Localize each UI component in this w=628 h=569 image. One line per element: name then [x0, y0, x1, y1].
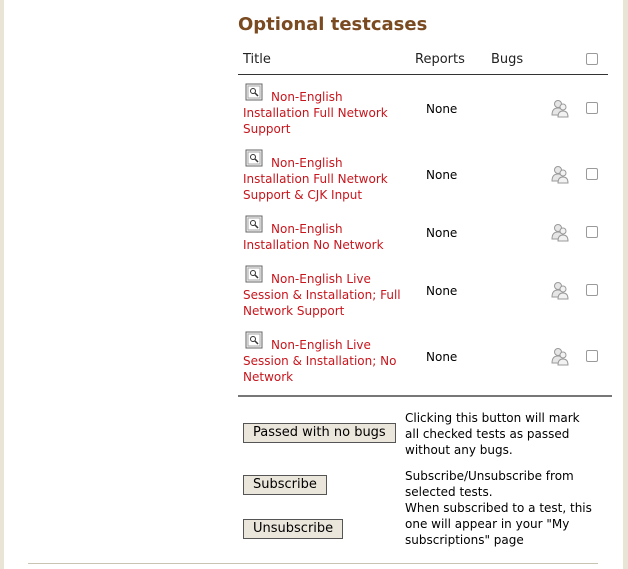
subscribe-description-line1: Subscribe/Unsubscribe from selected test…: [405, 469, 574, 499]
testcase-link[interactable]: Non-English Live Session & Installation;…: [243, 271, 403, 319]
header-divider: [238, 74, 608, 75]
testcase-link[interactable]: Non-English Installation Full Network Su…: [243, 89, 403, 137]
testcase-link[interactable]: Non-English Installation Full Network Su…: [243, 155, 403, 203]
subscribe-description-line2: When subscribed to a test, this one will…: [405, 501, 592, 547]
subscribers-icon[interactable]: [550, 164, 570, 184]
right-frame-border: [623, 0, 628, 569]
row-select-checkbox[interactable]: [586, 102, 598, 114]
unsubscribe-button[interactable]: Unsubscribe: [243, 519, 344, 539]
select-all-checkbox[interactable]: [586, 53, 598, 65]
row-select-checkbox[interactable]: [586, 284, 598, 296]
table-bottom-divider: [238, 395, 612, 397]
row-select-checkbox[interactable]: [586, 168, 598, 180]
reports-value: None: [426, 284, 458, 298]
page-bottom-divider: [28, 563, 598, 564]
reports-value: None: [426, 168, 458, 182]
subscribers-icon[interactable]: [550, 346, 570, 366]
reports-value: None: [426, 350, 458, 364]
testcase-link[interactable]: Non-English Live Session & Installation;…: [243, 337, 403, 385]
subscribe-description: Subscribe/Unsubscribe from selected test…: [405, 468, 595, 548]
subscribers-icon[interactable]: [550, 98, 570, 118]
subscribe-button[interactable]: Subscribe: [243, 475, 327, 495]
subscribers-icon[interactable]: [550, 280, 570, 300]
row-select-checkbox[interactable]: [586, 226, 598, 238]
passed-description: Clicking this button will mark all check…: [405, 411, 580, 457]
section-title: Optional testcases: [238, 14, 428, 35]
subscribers-icon[interactable]: [550, 222, 570, 242]
column-header-bugs: Bugs: [491, 52, 524, 67]
row-select-checkbox[interactable]: [586, 350, 598, 362]
passed-with-no-bugs-button[interactable]: Passed with no bugs: [243, 423, 396, 443]
reports-value: None: [426, 102, 458, 116]
testcase-link[interactable]: Non-English Installation No Network: [243, 221, 403, 253]
reports-value: None: [426, 226, 458, 240]
left-frame-border: [0, 0, 4, 569]
column-header-reports: Reports: [415, 52, 465, 67]
column-header-title: Title: [243, 52, 271, 67]
